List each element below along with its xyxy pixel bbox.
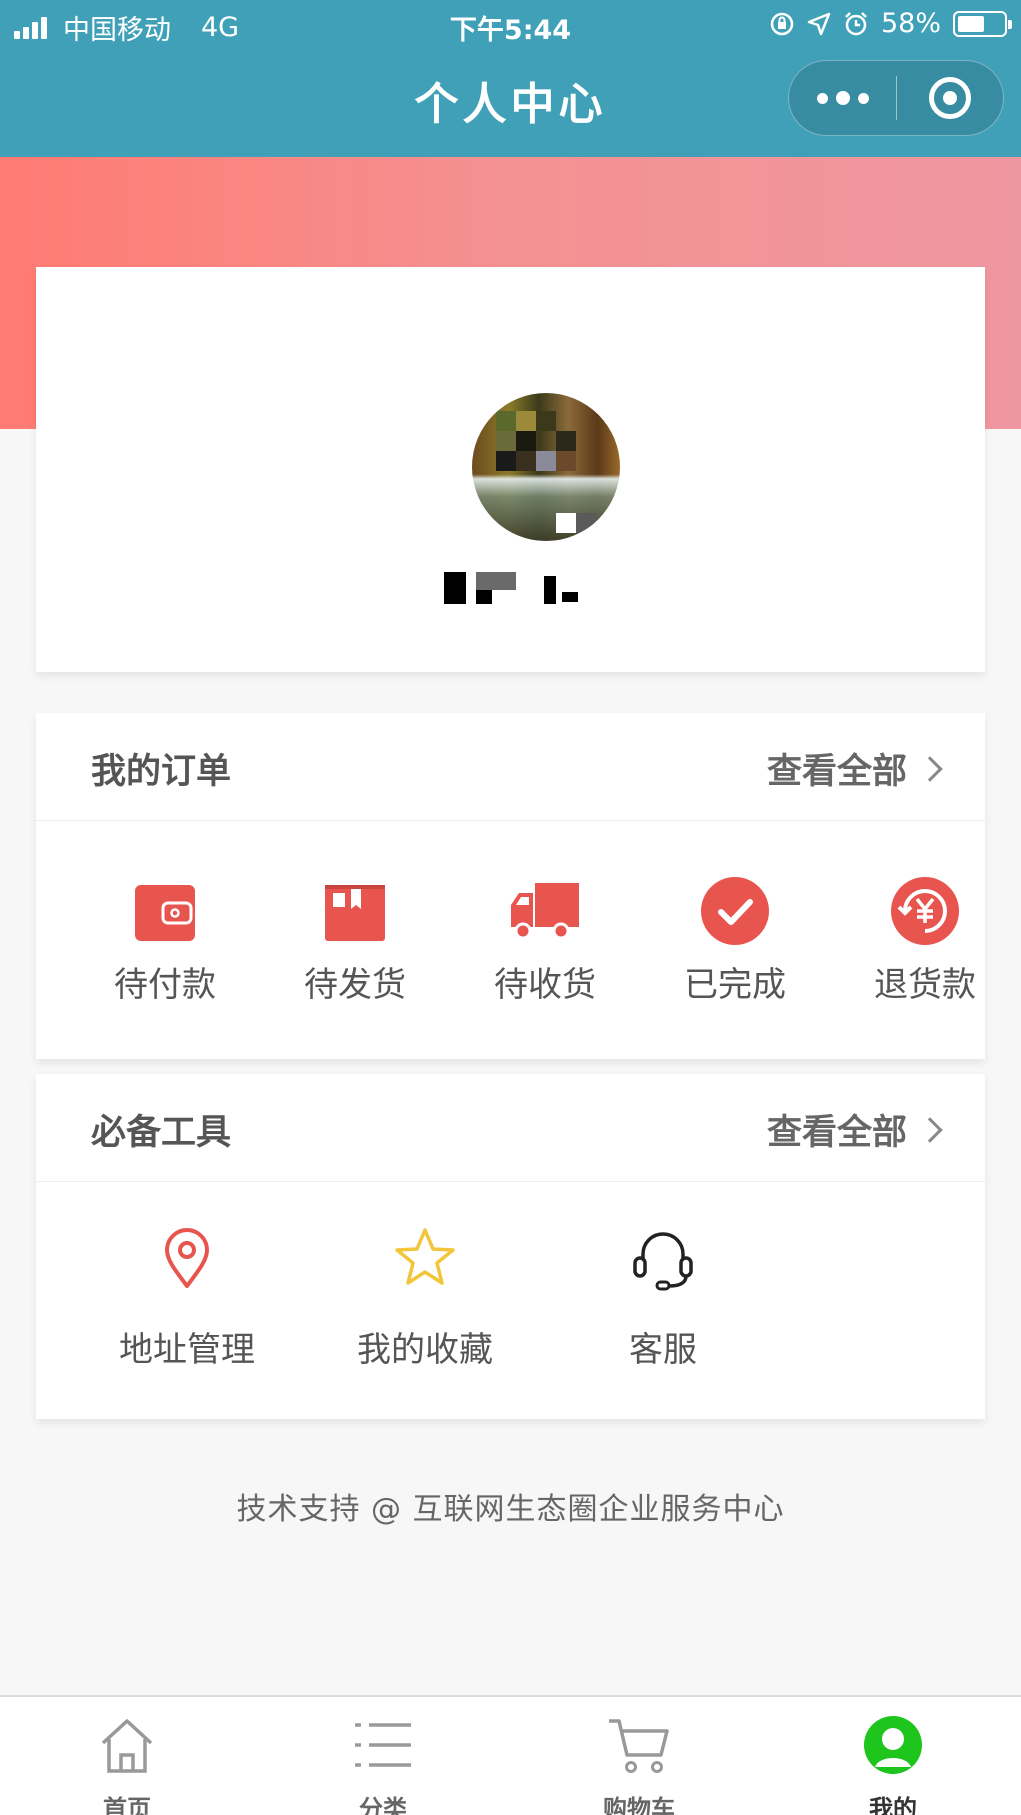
orders-view-all-button[interactable]: 查看全部 bbox=[766, 743, 943, 794]
wallet-icon bbox=[135, 885, 195, 941]
order-refund[interactable]: 退货款 bbox=[855, 875, 995, 1006]
battery-percent: 58% bbox=[880, 8, 941, 39]
top-bar: 中国移动 4G 下午5:44 58% 个人中心 bbox=[0, 0, 1021, 157]
order-label: 已完成 bbox=[684, 965, 786, 1005]
location-pin-icon bbox=[165, 1228, 209, 1288]
tools-view-all-button[interactable]: 查看全部 bbox=[766, 1104, 943, 1155]
username-redaction bbox=[444, 572, 466, 604]
order-pending-shipment[interactable]: 待发货 bbox=[285, 875, 425, 1006]
order-pending-receipt[interactable]: 待收货 bbox=[475, 875, 615, 1006]
rotation-lock-icon bbox=[770, 12, 794, 35]
orders-card: 我的订单 查看全部 待付款 待发货 待收货 已完成 退货款 bbox=[36, 713, 985, 1059]
tech-support-note: 技术支持 @ 互联网生态圈企业服务中心 bbox=[236, 1492, 785, 1527]
tab-label: 购物车 bbox=[603, 1795, 675, 1815]
order-label: 待发货 bbox=[304, 965, 406, 1005]
alarm-icon bbox=[845, 11, 867, 35]
username-redaction bbox=[544, 576, 556, 604]
tool-address-management[interactable]: 地址管理 bbox=[97, 1222, 277, 1371]
location-arrow-icon bbox=[807, 12, 831, 35]
check-circle-icon bbox=[701, 877, 769, 945]
username-redaction bbox=[562, 592, 578, 602]
profile-card bbox=[36, 267, 985, 672]
close-mini-program-button[interactable] bbox=[897, 61, 1003, 135]
order-completed[interactable]: 已完成 bbox=[665, 875, 805, 1006]
user-icon bbox=[864, 1716, 922, 1774]
order-label: 待收货 bbox=[494, 965, 596, 1005]
headset-icon bbox=[633, 1232, 693, 1291]
orders-title: 我的订单 bbox=[91, 752, 232, 792]
tab-label: 首页 bbox=[103, 1795, 151, 1815]
order-pending-payment[interactable]: 待付款 bbox=[95, 875, 235, 1006]
battery-icon bbox=[953, 10, 1012, 37]
tools-card: 必备工具 查看全部 地址管理 我的收藏 客服 bbox=[36, 1074, 985, 1419]
refund-icon bbox=[891, 877, 959, 945]
tool-label: 客服 bbox=[629, 1330, 697, 1370]
mini-program-capsule bbox=[788, 60, 1004, 136]
tool-label: 地址管理 bbox=[119, 1330, 255, 1370]
tools-header: 必备工具 查看全部 bbox=[36, 1074, 985, 1182]
tab-label: 我的 bbox=[869, 1795, 917, 1815]
chevron-right-icon bbox=[917, 755, 943, 782]
home-icon bbox=[101, 1719, 153, 1773]
orders-view-all-label: 查看全部 bbox=[766, 752, 907, 792]
tab-label: 分类 bbox=[359, 1795, 407, 1815]
truck-icon bbox=[511, 883, 579, 940]
tab-cart[interactable]: 购物车 bbox=[559, 1715, 719, 1815]
tool-label: 我的收藏 bbox=[357, 1330, 493, 1370]
tool-favorites[interactable]: 我的收藏 bbox=[335, 1222, 515, 1371]
tab-home[interactable]: 首页 bbox=[47, 1715, 207, 1815]
tab-mine[interactable]: 我的 bbox=[813, 1715, 973, 1815]
list-icon bbox=[355, 1723, 411, 1767]
tools-view-all-label: 查看全部 bbox=[766, 1113, 907, 1153]
box-icon bbox=[325, 885, 385, 941]
cart-icon bbox=[609, 1719, 669, 1773]
tools-title: 必备工具 bbox=[91, 1113, 232, 1153]
order-label: 退货款 bbox=[874, 965, 976, 1005]
target-icon bbox=[929, 77, 971, 119]
orders-header: 我的订单 查看全部 bbox=[36, 713, 985, 821]
username-redaction bbox=[476, 590, 492, 604]
more-options-button[interactable] bbox=[789, 61, 896, 135]
chevron-right-icon bbox=[917, 1116, 943, 1143]
star-icon bbox=[395, 1228, 455, 1285]
bottom-tab-bar: 首页 分类 购物车 我的 bbox=[0, 1695, 1021, 1815]
tab-category[interactable]: 分类 bbox=[303, 1715, 463, 1815]
avatar[interactable] bbox=[472, 393, 620, 541]
order-label: 待付款 bbox=[114, 965, 216, 1005]
tool-customer-service[interactable]: 客服 bbox=[573, 1222, 753, 1371]
username-redaction bbox=[476, 572, 516, 590]
status-bar: 中国移动 4G 下午5:44 58% bbox=[0, 0, 1021, 50]
